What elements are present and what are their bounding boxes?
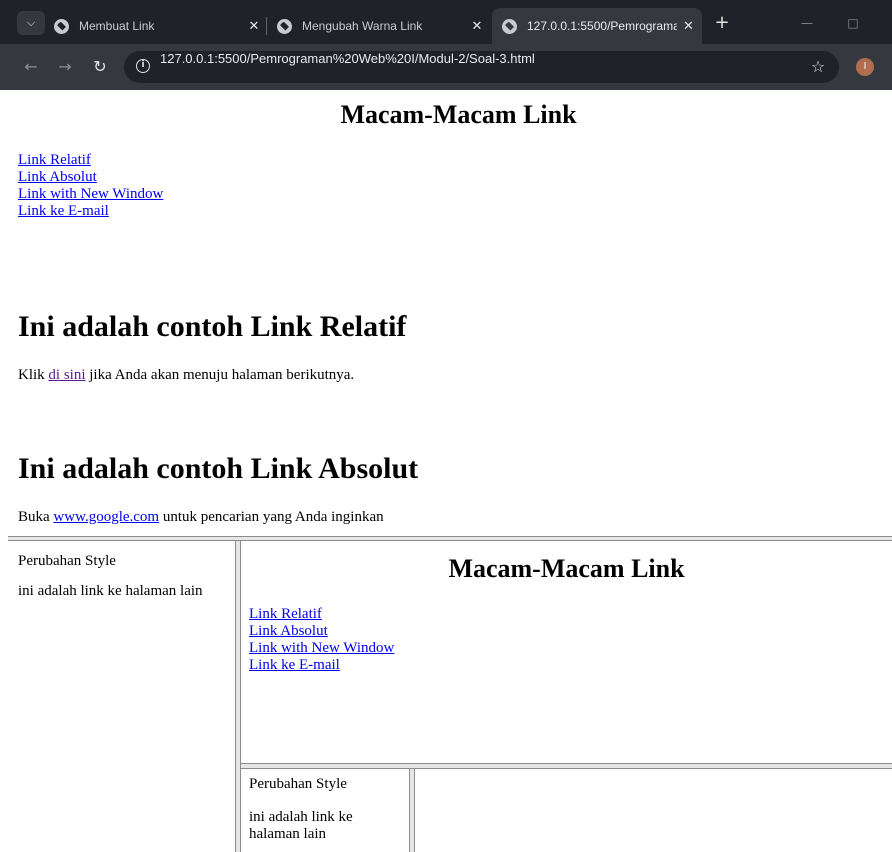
paragraph-suffix: untuk pencarian yang Anda inginkan (162, 509, 384, 525)
link-absolut[interactable]: Link Absolut (18, 169, 163, 186)
frame-divider-horizontal[interactable] (241, 763, 892, 769)
tab-title: 127.0.0.1:5500/Pemrograman (527, 19, 677, 33)
paragraph-suffix: jika Anda akan menuju halaman berikutnya… (89, 367, 355, 383)
tab-strip: ⌵ Membuat Link ✕ Mengubah Warna Link ✕ 1… (0, 0, 892, 44)
page-viewport: Macam-Macam Link Link Relatif Link Absol… (0, 90, 892, 852)
tab-membuat-link[interactable]: Membuat Link ✕ (54, 8, 262, 44)
page-title: Macam-Macam Link (340, 100, 577, 129)
address-bar[interactable]: i 127.0.0.1:5500/Pemrograman%20Web%20I/M… (124, 51, 839, 83)
paragraph-link-relatif: Klik di sini jika Anda akan menuju halam… (18, 367, 354, 384)
new-tab-button[interactable]: + (712, 13, 732, 33)
browser-toolbar: ← → ↻ i 127.0.0.1:5500/Pemrograman%20Web… (0, 44, 892, 90)
link-new-window[interactable]: Link with New Window (18, 186, 163, 203)
star-icon[interactable]: ☆ (807, 56, 829, 78)
tab-active-page[interactable]: 127.0.0.1:5500/Pemrograman ✕ (492, 8, 702, 44)
nav-link-list: Link Relatif Link Absolut Link with New … (18, 152, 163, 220)
paragraph-prefix: Buka (18, 509, 50, 525)
close-icon[interactable]: ✕ (246, 19, 262, 34)
nested-frame-text: ini adalah link ke halaman lain (249, 809, 353, 842)
frame-link-relatif[interactable]: Link Relatif (249, 606, 394, 623)
globe-icon (54, 18, 69, 34)
back-arrow-icon[interactable]: ← (20, 56, 42, 78)
reload-icon[interactable]: ↻ (89, 56, 111, 78)
tab-mengubah-warna-link[interactable]: Mengubah Warna Link ✕ (277, 8, 485, 44)
frame-link-absolut[interactable]: Link Absolut (249, 623, 394, 640)
nested-frame-title: Perubahan Style (249, 776, 347, 792)
frame-link-email[interactable]: Link ke E-mail (249, 657, 394, 674)
globe-icon (502, 18, 517, 34)
link-email[interactable]: Link ke E-mail (18, 203, 163, 220)
close-icon[interactable]: ✕ (469, 19, 485, 34)
heading-link-relatif: Ini adalah contoh Link Relatif (18, 310, 407, 343)
link-relatif[interactable]: Link Relatif (18, 152, 163, 169)
frame-link-list: Link Relatif Link Absolut Link with New … (249, 606, 394, 674)
forward-arrow-icon[interactable]: → (54, 56, 76, 78)
frameset: Perubahan Style ini adalah link ke halam… (8, 536, 892, 852)
left-frame-title: Perubahan Style (18, 553, 116, 569)
paragraph-link-absolut: Buka www.google.com untuk pencarian yang… (18, 509, 384, 526)
profile-avatar[interactable]: I (856, 58, 874, 76)
close-icon[interactable]: ✕ (681, 19, 696, 34)
tab-list-icon[interactable]: ⌵ (17, 11, 45, 35)
frame-page-title: Macam-Macam Link (448, 554, 685, 583)
frame-divider-inner[interactable] (409, 769, 415, 852)
url-text[interactable]: 127.0.0.1:5500/Pemrograman%20Web%20I/Mod… (160, 51, 535, 83)
frame-border-top[interactable] (8, 536, 892, 541)
tab-separator (266, 17, 267, 35)
frame-link-new-window[interactable]: Link with New Window (249, 640, 394, 657)
heading-link-absolut: Ini adalah contoh Link Absolut (18, 452, 419, 485)
tab-title: Membuat Link (79, 19, 155, 33)
left-frame-text: ini adalah link ke halaman lain (18, 583, 203, 599)
globe-icon (277, 18, 292, 34)
link-google[interactable]: www.google.com (53, 509, 159, 525)
minimize-icon[interactable]: — (797, 13, 817, 33)
tab-title: Mengubah Warna Link (302, 19, 423, 33)
site-info-icon[interactable]: i (136, 59, 150, 73)
frame-divider-vertical[interactable] (235, 541, 241, 852)
maximize-icon[interactable]: □ (843, 13, 863, 33)
link-di-sini[interactable]: di sini (48, 367, 85, 383)
paragraph-prefix: Klik (18, 367, 45, 383)
